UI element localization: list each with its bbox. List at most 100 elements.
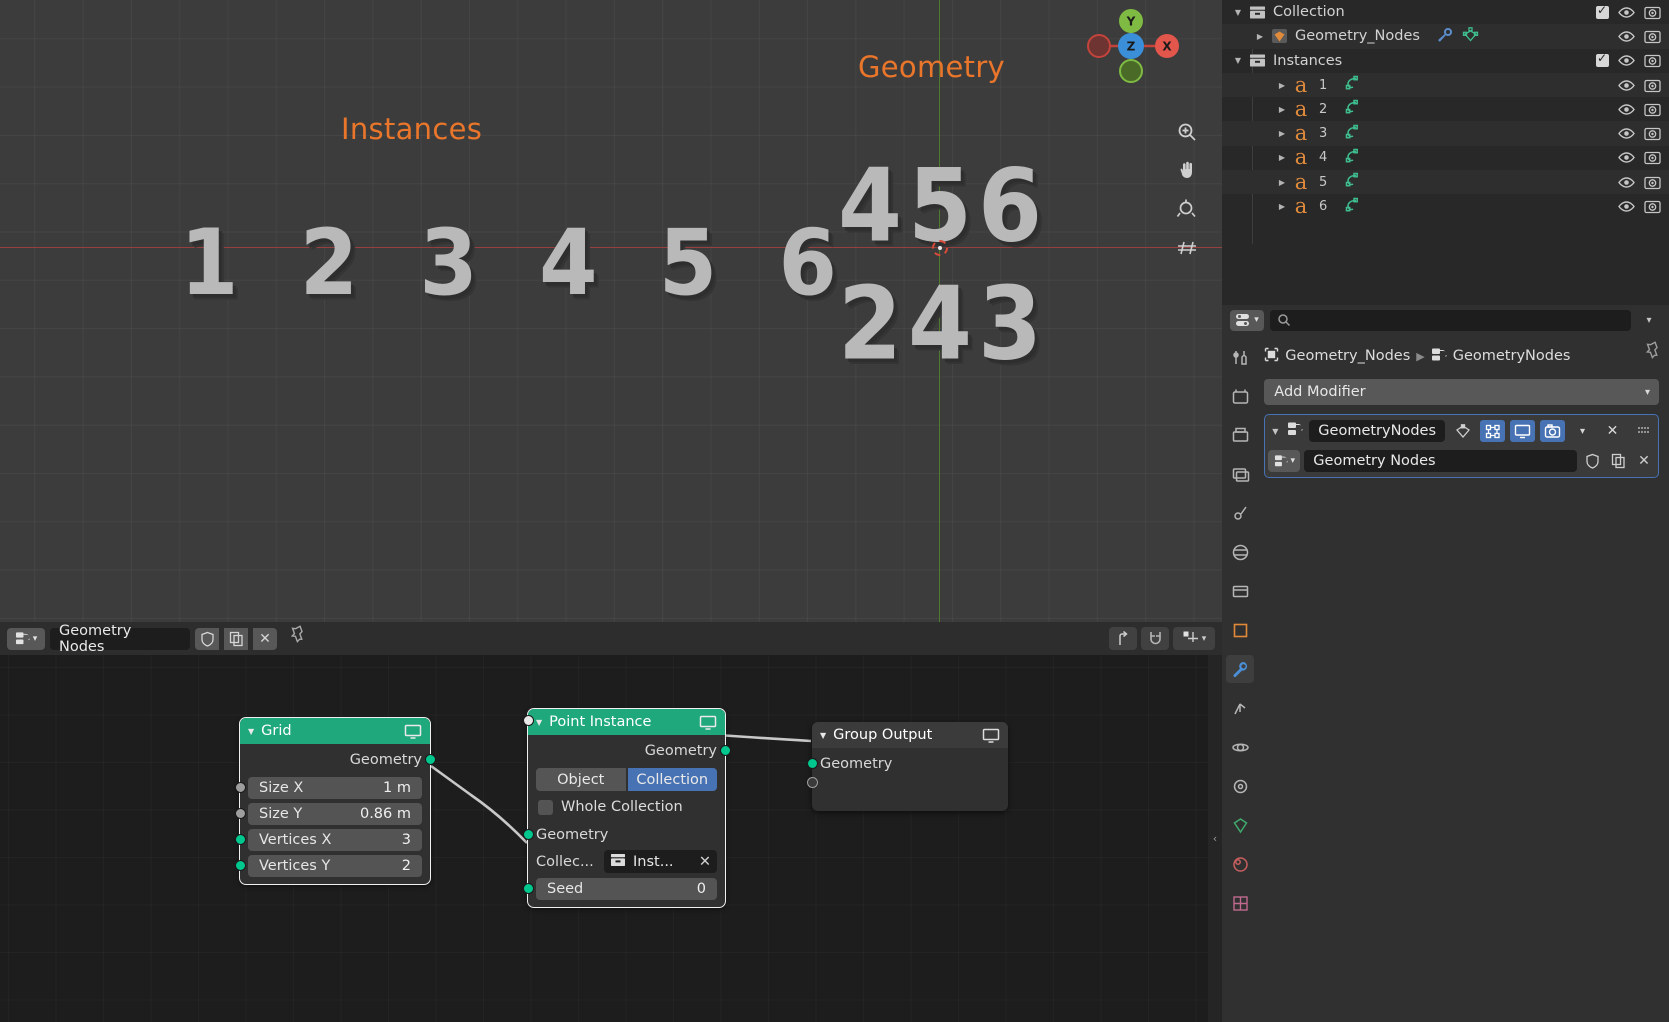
grid-node[interactable]: ▼ Grid Geometry Size X 1 m Size Y 0.86 m… bbox=[234, 718, 436, 884]
instance-type-collection-button[interactable]: Collection bbox=[627, 768, 717, 791]
breadcrumb-modifier-label[interactable]: GeometryNodes bbox=[1453, 348, 1571, 364]
outliner-row[interactable]: ▼ Instances bbox=[1222, 49, 1669, 73]
monitor-icon[interactable] bbox=[404, 724, 422, 739]
clear-collection-close-icon[interactable]: ✕ bbox=[699, 854, 711, 870]
outliner-row[interactable]: ▼ Collection bbox=[1222, 0, 1669, 24]
tab-object-icon[interactable] bbox=[1226, 616, 1254, 644]
curve-data-icon[interactable] bbox=[1343, 148, 1362, 168]
outliner-expand-triangle-icon[interactable]: ▼ bbox=[1230, 56, 1246, 65]
outliner-expand-triangle-icon[interactable]: ▶ bbox=[1274, 178, 1290, 187]
render-camera-icon[interactable] bbox=[1644, 78, 1661, 93]
grid-vertices-y-field[interactable]: Vertices Y 2 bbox=[248, 855, 422, 877]
tab-modifier-icon[interactable] bbox=[1226, 655, 1255, 683]
new-node-tree-duplicate-icon[interactable] bbox=[224, 627, 248, 650]
parent-up-icon[interactable] bbox=[1109, 627, 1137, 650]
snap-magnet-icon[interactable] bbox=[1141, 627, 1169, 650]
visibility-eye-icon[interactable] bbox=[1618, 78, 1635, 93]
mesh-data-icon[interactable] bbox=[1462, 27, 1479, 46]
unlink-datablock-close-icon[interactable]: ✕ bbox=[1633, 450, 1655, 472]
outliner-checkbox[interactable] bbox=[1596, 3, 1609, 19]
pin-icon[interactable] bbox=[1642, 340, 1659, 367]
wrench-icon[interactable] bbox=[1436, 27, 1453, 46]
tab-data-icon[interactable] bbox=[1226, 811, 1254, 839]
visibility-eye-icon[interactable] bbox=[1618, 5, 1635, 20]
editor-type-button[interactable]: ▾ bbox=[1230, 309, 1264, 331]
properties-tab-strip[interactable] bbox=[1222, 335, 1259, 1022]
3d-viewport[interactable]: Instances Geometry 1 2 3 4 5 6 456 243 Y… bbox=[0, 0, 1222, 622]
group-output-node-header[interactable]: ▼ Group Output bbox=[812, 722, 1008, 748]
outliner-checkbox[interactable] bbox=[1596, 51, 1609, 68]
outliner-row[interactable]: ▶ a 3 bbox=[1222, 121, 1669, 146]
grid-size-x-field[interactable]: Size X 1 m bbox=[248, 777, 422, 799]
grid-vertices-x-socket[interactable] bbox=[234, 834, 246, 845]
modifier-extras-chevron-down-icon[interactable]: ▾ bbox=[1570, 420, 1595, 442]
tab-material-icon[interactable] bbox=[1226, 850, 1254, 878]
tab-output-icon[interactable] bbox=[1226, 421, 1254, 449]
collapse-triangle-icon[interactable]: ▼ bbox=[248, 727, 254, 736]
curve-data-icon[interactable] bbox=[1343, 124, 1362, 144]
group-output-geometry-socket[interactable] bbox=[806, 758, 818, 769]
node-canvas[interactable]: ▼ Grid Geometry Size X 1 m Size Y 0.86 m… bbox=[0, 655, 1222, 1022]
point-instance-input-geometry-socket[interactable] bbox=[522, 829, 534, 840]
node-group-browse-button[interactable]: ▾ bbox=[1268, 450, 1301, 472]
proportional-edit-icon[interactable]: ▾ bbox=[1173, 627, 1215, 650]
collapse-triangle-icon[interactable]: ▼ bbox=[536, 718, 542, 727]
group-output-virtual-socket[interactable] bbox=[806, 777, 818, 788]
point-instance-node-header[interactable]: ▼ Point Instance bbox=[528, 709, 725, 735]
whole-collection-checkbox[interactable] bbox=[538, 799, 553, 815]
point-instance-output-geometry-socket[interactable] bbox=[719, 745, 731, 756]
grid-vertices-y-socket[interactable] bbox=[234, 860, 246, 871]
monitor-icon[interactable] bbox=[699, 715, 717, 730]
properties-panel[interactable]: ▾ ▾ Geometry_Nodes ▶ GeometryNodes Add M… bbox=[1222, 305, 1669, 1022]
point-instance-collection-socket[interactable] bbox=[522, 715, 534, 726]
unlink-node-tree-close-icon[interactable]: ✕ bbox=[253, 627, 277, 650]
outliner-row[interactable]: ▶ a 1 bbox=[1222, 72, 1669, 98]
grid-vertices-x-field[interactable]: Vertices X 3 bbox=[248, 829, 422, 851]
node-editor-pin-icon[interactable] bbox=[282, 625, 308, 650]
visibility-eye-icon[interactable] bbox=[1618, 150, 1635, 165]
node-tree-name-field[interactable]: Geometry Nodes bbox=[50, 623, 190, 655]
instance-type-object-button[interactable]: Object bbox=[536, 768, 626, 791]
visibility-eye-icon[interactable] bbox=[1618, 175, 1635, 190]
render-camera-icon[interactable] bbox=[1644, 199, 1661, 214]
outliner-row[interactable]: ▶ a 2 bbox=[1222, 97, 1669, 121]
tab-particles-icon[interactable] bbox=[1226, 694, 1254, 722]
tab-world-icon[interactable] bbox=[1226, 538, 1254, 566]
grid-node-header[interactable]: ▼ Grid bbox=[240, 718, 430, 744]
grid-size-x-socket[interactable] bbox=[234, 782, 246, 793]
outliner-expand-triangle-icon[interactable]: ▶ bbox=[1274, 153, 1290, 162]
add-modifier-button[interactable]: Add Modifier ▾ bbox=[1264, 379, 1659, 405]
viewport-tool-strip[interactable] bbox=[1170, 115, 1204, 267]
visibility-eye-icon[interactable] bbox=[1618, 29, 1635, 44]
visibility-eye-icon[interactable] bbox=[1618, 102, 1635, 117]
outliner-expand-triangle-icon[interactable]: ▶ bbox=[1274, 81, 1290, 90]
grid-size-y-socket[interactable] bbox=[234, 808, 246, 819]
camera-icon[interactable] bbox=[1170, 191, 1204, 225]
tab-render-icon[interactable] bbox=[1226, 382, 1254, 410]
tab-view-layer-icon[interactable] bbox=[1226, 460, 1254, 488]
edit-mode-display-toggle-vertex-icon[interactable] bbox=[1450, 420, 1475, 442]
render-camera-icon[interactable] bbox=[1644, 5, 1661, 20]
collapse-triangle-icon[interactable]: ▼ bbox=[820, 731, 826, 740]
modifier-name-field[interactable]: GeometryNodes bbox=[1309, 420, 1445, 442]
show-on-cage-toggle-cage-icon[interactable] bbox=[1480, 420, 1505, 442]
outliner-panel[interactable]: ▼Collection▶Geometry_Nodes▼Instances▶a1▶… bbox=[1222, 0, 1669, 305]
curve-data-icon[interactable] bbox=[1343, 99, 1362, 119]
properties-search-input[interactable] bbox=[1270, 309, 1631, 331]
node-group-name-field[interactable]: Geometry Nodes bbox=[1304, 450, 1577, 472]
modifier-close-icon[interactable]: ✕ bbox=[1600, 420, 1625, 442]
curve-data-icon[interactable] bbox=[1343, 75, 1362, 95]
node-sidebar-toggle[interactable]: ‹ bbox=[1208, 655, 1222, 1022]
curve-data-icon[interactable] bbox=[1343, 172, 1362, 192]
grid-size-y-field[interactable]: Size Y 0.86 m bbox=[248, 803, 422, 825]
curve-data-icon[interactable] bbox=[1343, 197, 1362, 217]
node-editor[interactable]: ▾ Geometry Nodes ✕ ▾ ▼ Grid Geometry Siz… bbox=[0, 622, 1222, 1022]
point-instance-node[interactable]: ▼ Point Instance Geometry Object Collect… bbox=[522, 709, 731, 907]
node-editor-type-button[interactable]: ▾ bbox=[7, 627, 45, 650]
zoom-icon[interactable] bbox=[1170, 115, 1204, 149]
instance-type-toggle[interactable]: Object Collection bbox=[536, 768, 717, 791]
tab-scene-icon[interactable] bbox=[1226, 499, 1254, 527]
tab-constraints-icon[interactable] bbox=[1226, 772, 1254, 800]
group-output-node[interactable]: ▼ Group Output Geometry bbox=[806, 722, 1008, 811]
render-camera-icon[interactable] bbox=[1644, 150, 1661, 165]
